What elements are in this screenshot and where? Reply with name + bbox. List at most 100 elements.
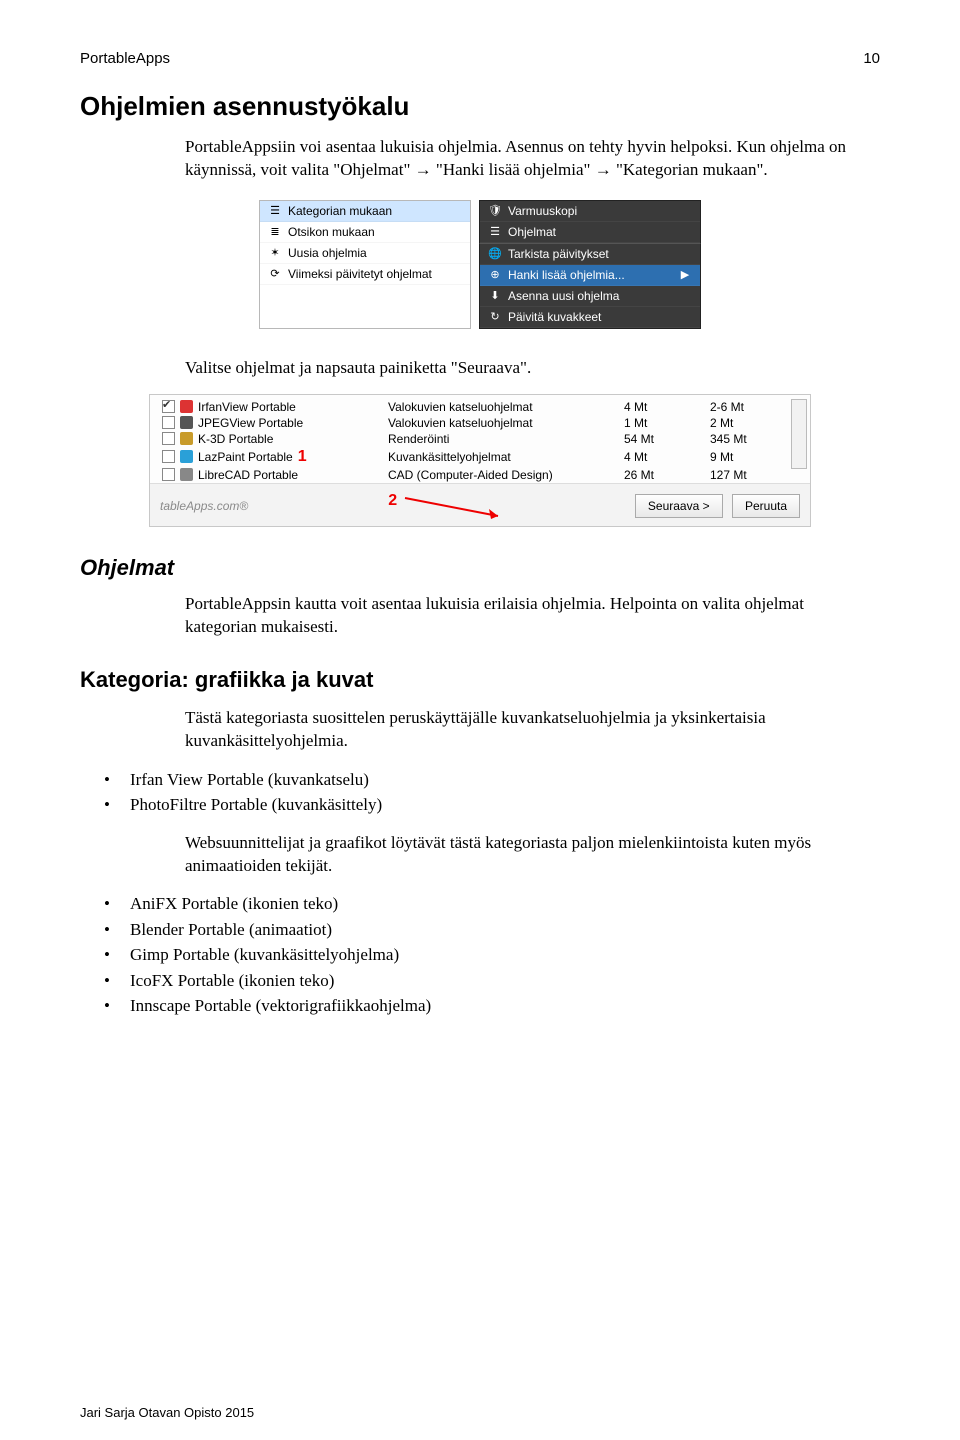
right-menu-top: 🛡 Varmuuskopi ☰ Ohjelmat	[479, 200, 701, 244]
menu-label: Ohjelmat	[508, 225, 556, 239]
size-installed: 2-6 Mt	[710, 400, 744, 414]
size-installed: 127 Mt	[710, 468, 747, 482]
size-download: 54 Mt	[624, 432, 654, 446]
menu-icon: ↻	[488, 310, 502, 324]
list-item: Irfan View Portable (kuvankatselu)	[80, 767, 880, 793]
screenshot-app-list: IrfanView Portable Valokuvien katseluohj…	[80, 394, 880, 527]
menu-item[interactable]: ☰ Ohjelmat	[480, 222, 700, 243]
section-ohjelmat-body: PortableAppsin kautta voit asentaa lukui…	[185, 593, 850, 639]
left-submenu: ☰ Kategorian mukaan ≣ Otsikon mukaan ✶ Uusia …	[259, 200, 471, 329]
menu-item[interactable]: ⊕ Hanki lisää ohjelmia... ▶	[480, 265, 700, 286]
table-row[interactable]: JPEGView Portable Valokuvien katseluohje…	[154, 415, 810, 431]
list-item: Innscape Portable (vektorigrafiikkaohjel…	[80, 993, 880, 1019]
menu-icon: ✶	[268, 246, 282, 260]
menu-item[interactable]: ⬇ Asenna uusi ohjelma	[480, 286, 700, 307]
app-icon	[180, 468, 193, 481]
section-ohjelmat-title: Ohjelmat	[80, 555, 880, 581]
list-simple-tools: Irfan View Portable (kuvankatselu)PhotoF…	[80, 767, 880, 818]
menu-icon: 🛡	[488, 204, 502, 218]
menu-item[interactable]: ↻ Päivitä kuvakkeet	[480, 307, 700, 328]
app-name: LazPaint Portable	[198, 450, 293, 464]
watermark: tableApps.com®	[160, 499, 248, 513]
checkbox[interactable]	[162, 416, 175, 429]
menu-label: Asenna uusi ohjelma	[508, 289, 692, 303]
app-name: K-3D Portable	[198, 432, 273, 446]
step2-text: Valitse ohjelmat ja napsauta painiketta …	[185, 357, 850, 380]
intro-paragraph: PortableAppsiin voi asentaa lukuisia ohj…	[185, 136, 850, 182]
chevron-right-icon: ▶	[678, 268, 692, 282]
page-number: 10	[863, 50, 880, 67]
list-item: Gimp Portable (kuvankäsittelyohjelma)	[80, 942, 880, 968]
menu-label: Viimeksi päivitetyt ohjelmat	[288, 267, 432, 281]
callout-1: 1	[298, 448, 307, 466]
list-advanced-tools: AniFX Portable (ikonien teko)Blender Por…	[80, 891, 880, 1019]
size-installed: 9 Mt	[710, 450, 733, 464]
footer-credit: Jari Sarja Otavan Opisto 2015	[80, 1405, 254, 1420]
scrollbar[interactable]	[791, 399, 807, 469]
menu-item[interactable]: 🌐 Tarkista päivitykset	[480, 244, 700, 265]
menu-icon: ☰	[488, 225, 502, 239]
submenu-item[interactable]: ✶ Uusia ohjelmia	[260, 243, 470, 264]
menu-label: Hanki lisää ohjelmia...	[508, 268, 672, 282]
menu-label: Otsikon mukaan	[288, 225, 375, 239]
app-category: Valokuvien katseluohjelmat	[388, 400, 533, 414]
size-download: 4 Mt	[624, 400, 647, 414]
list-item: Blender Portable (animaatiot)	[80, 917, 880, 943]
size-installed: 345 Mt	[710, 432, 747, 446]
list-item: PhotoFiltre Portable (kuvankäsittely)	[80, 792, 880, 818]
menu-label: Päivitä kuvakkeet	[508, 310, 692, 324]
size-download: 1 Mt	[624, 416, 647, 430]
submenu-item[interactable]: ⟳ Viimeksi päivitetyt ohjelmat	[260, 264, 470, 285]
menu-icon: ⬇	[488, 289, 502, 303]
right-menu-bottom: 🌐 Tarkista päivitykset ⊕ Hanki lisää ohjelm…	[479, 244, 701, 329]
menu-label: Kategorian mukaan	[288, 204, 392, 218]
table-row[interactable]: IrfanView Portable Valokuvien katseluohj…	[154, 399, 810, 415]
checkbox[interactable]	[162, 450, 175, 463]
app-category: Valokuvien katseluohjelmat	[388, 416, 533, 430]
menu-item[interactable]: 🛡 Varmuuskopi	[480, 201, 700, 222]
menu-label: Varmuuskopi	[508, 204, 577, 218]
app-name: LibreCAD Portable	[198, 468, 298, 482]
menu-icon: ⊕	[488, 268, 502, 282]
app-icon	[180, 450, 193, 463]
app-icon	[180, 416, 193, 429]
table-row[interactable]: LibreCAD Portable CAD (Computer-Aided De…	[154, 467, 810, 483]
header-left: PortableApps	[80, 50, 170, 67]
menu-icon: ☰	[268, 204, 282, 218]
submenu-item[interactable]: ≣ Otsikon mukaan	[260, 222, 470, 243]
menu-label: Uusia ohjelmia	[288, 246, 367, 260]
list-item: IcoFX Portable (ikonien teko)	[80, 968, 880, 994]
size-installed: 2 Mt	[710, 416, 733, 430]
app-category: Renderöinti	[388, 432, 449, 446]
menu-icon: ⟳	[268, 267, 282, 281]
submenu-item[interactable]: ☰ Kategorian mukaan	[260, 201, 470, 222]
app-category: Kuvankäsittelyohjelmat	[388, 450, 511, 464]
kategoria-body1: Tästä kategoriasta suosittelen peruskäyt…	[185, 707, 850, 753]
table-row[interactable]: LazPaint Portable 1 Kuvankäsittelyohjelm…	[154, 447, 810, 467]
menu-icon: ≣	[268, 225, 282, 239]
list-item: AniFX Portable (ikonien teko)	[80, 891, 880, 917]
checkbox[interactable]	[162, 468, 175, 481]
app-category: CAD (Computer-Aided Design)	[388, 468, 553, 482]
app-table: IrfanView Portable Valokuvien katseluohj…	[154, 399, 810, 483]
checkbox[interactable]	[162, 432, 175, 445]
next-button[interactable]: Seuraava >	[635, 494, 723, 518]
section-kategoria-title: Kategoria: grafiikka ja kuvat	[80, 667, 880, 693]
size-download: 26 Mt	[624, 468, 654, 482]
page-title: Ohjelmien asennustyökalu	[80, 91, 880, 122]
arrow-icon	[403, 494, 523, 524]
app-name: JPEGView Portable	[198, 416, 303, 430]
kategoria-body2: Websuunnittelijat ja graafikot löytävät …	[185, 832, 850, 878]
size-download: 4 Mt	[624, 450, 647, 464]
table-row[interactable]: K-3D Portable Renderöinti 54 Mt 345 Mt	[154, 431, 810, 447]
app-icon	[180, 432, 193, 445]
app-icon	[180, 400, 193, 413]
callout-2: 2	[388, 492, 397, 510]
menu-label: Tarkista päivitykset	[508, 247, 692, 261]
cancel-button[interactable]: Peruuta	[732, 494, 800, 518]
screenshot-menus: ☰ Kategorian mukaan ≣ Otsikon mukaan ✶ Uusia …	[80, 200, 880, 329]
right-menu-stack: 🛡 Varmuuskopi ☰ Ohjelmat 🌐 Tarkista päivityk…	[479, 200, 701, 329]
checkbox[interactable]	[162, 400, 175, 413]
menu-icon: 🌐	[488, 247, 502, 261]
app-name: IrfanView Portable	[198, 400, 296, 414]
